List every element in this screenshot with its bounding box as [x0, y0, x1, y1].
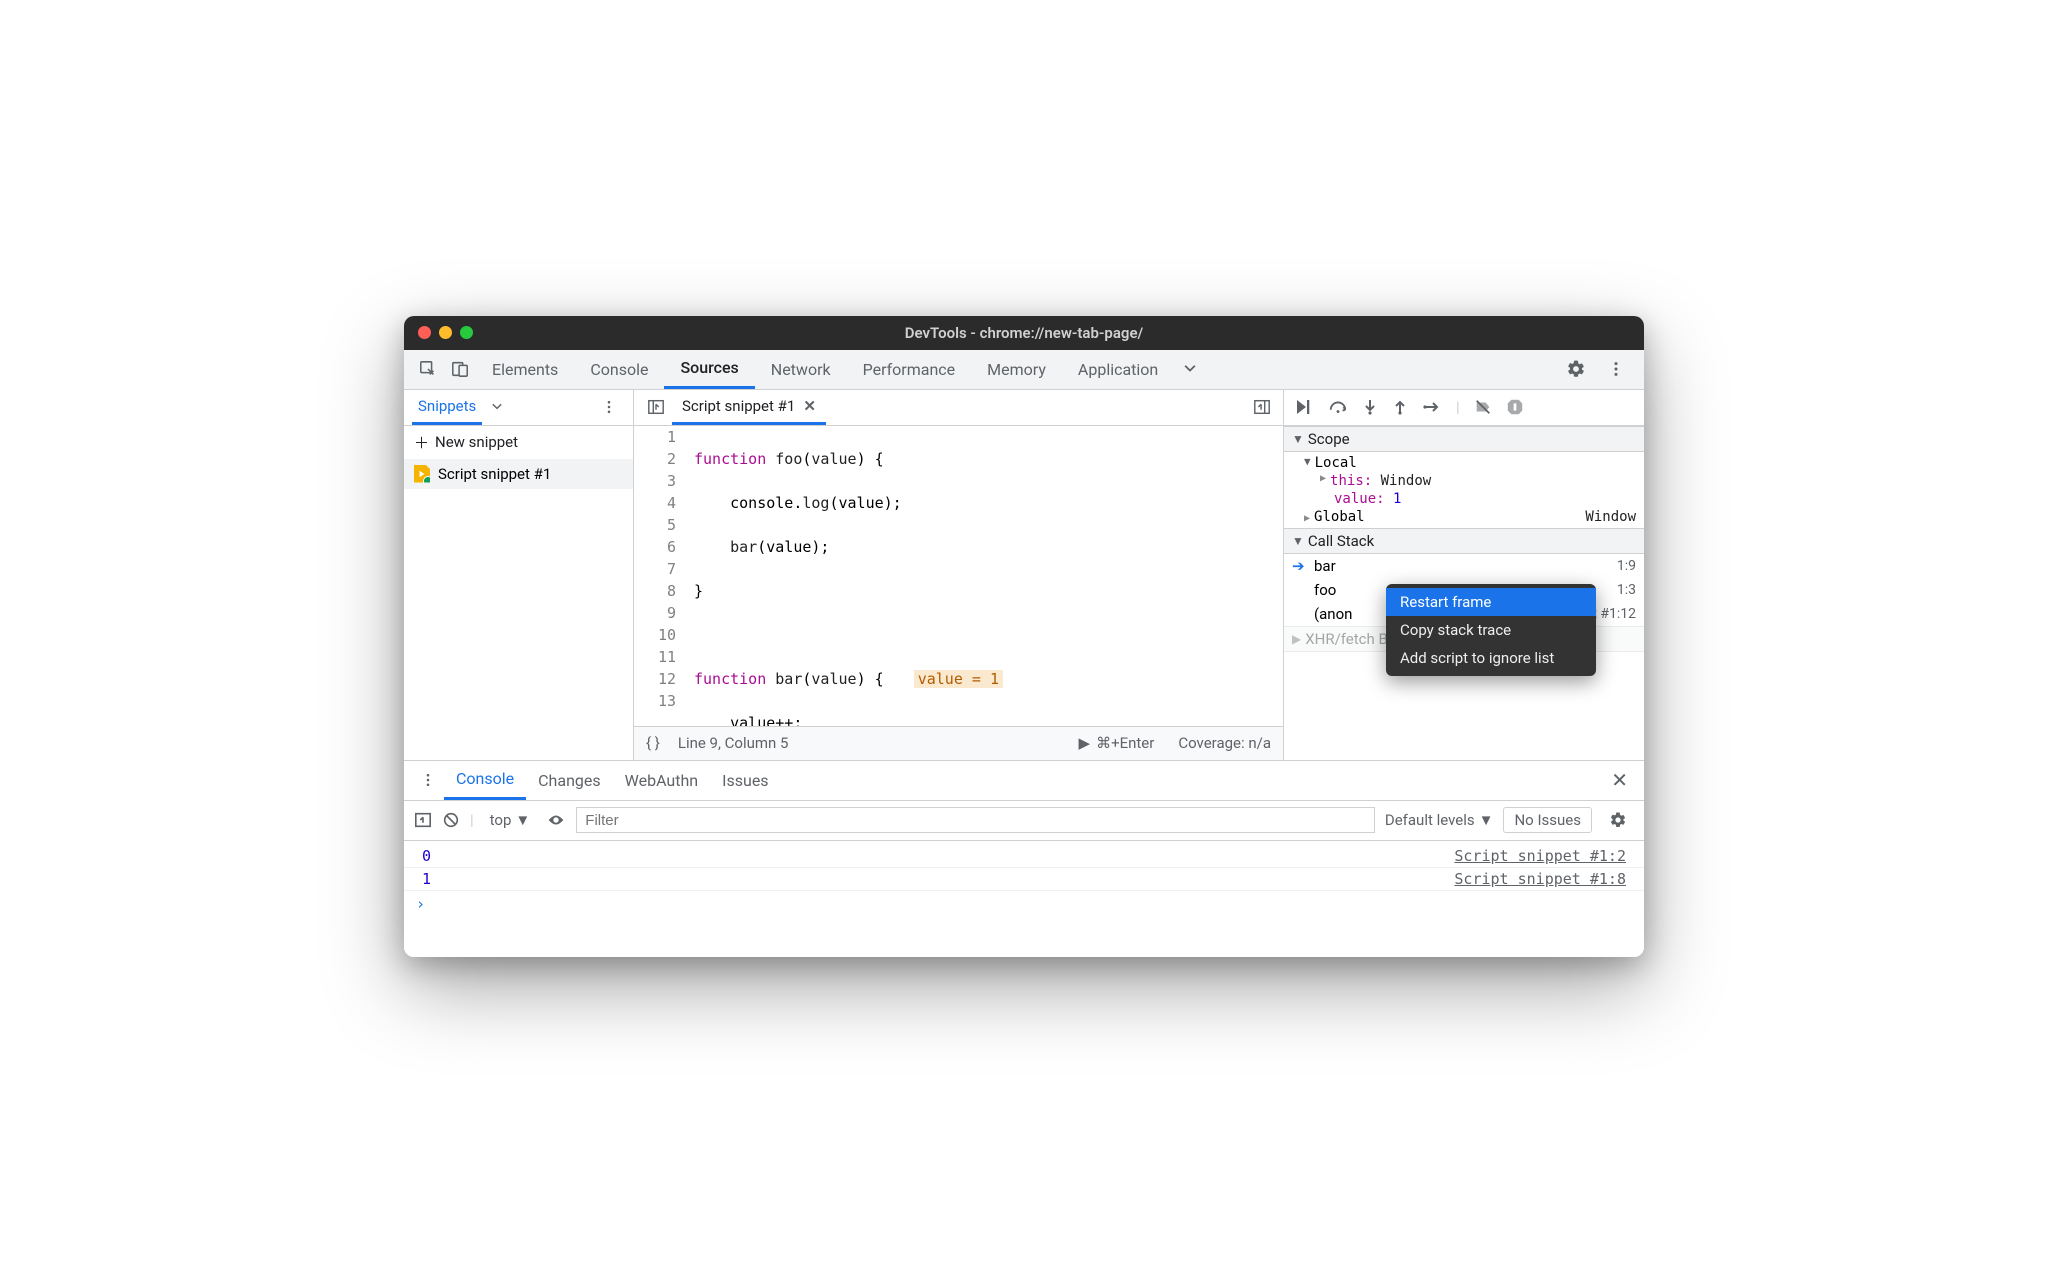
coverage-label: Coverage: n/a [1178, 734, 1271, 752]
inspect-element-icon[interactable] [412, 353, 444, 385]
close-window-button[interactable] [418, 326, 431, 339]
log-source-link[interactable]: Script snippet #1:8 [1454, 870, 1626, 888]
tab-memory[interactable]: Memory [971, 349, 1062, 389]
tab-elements[interactable]: Elements [476, 349, 574, 389]
scope-var-value[interactable]: value: 1 [1284, 490, 1644, 508]
debugger-pane: | Scope Local this: Window [1284, 390, 1644, 760]
drawer-tab-console[interactable]: Console [444, 760, 526, 800]
callstack-section-header[interactable]: Call Stack [1284, 528, 1644, 554]
top-tabbar: Elements Console Sources Network Perform… [404, 350, 1644, 390]
line-gutter: 1 2 3 4 5 6 7 8 9 10 11 12 13 [634, 426, 690, 726]
editor-statusbar: { } Line 9, Column 5 ▶ ⌘+Enter Coverage:… [634, 726, 1283, 760]
code-editor[interactable]: 1 2 3 4 5 6 7 8 9 10 11 12 13 function f… [634, 426, 1283, 726]
console-sidebar-toggle-icon[interactable] [414, 811, 432, 829]
file-tab[interactable]: Script snippet #1 ✕ [672, 389, 826, 425]
pause-on-exceptions-icon[interactable] [1506, 398, 1524, 416]
disclosure-triangle-icon [1292, 534, 1304, 548]
disclosure-triangle-icon [1292, 632, 1301, 646]
settings-icon[interactable] [1560, 353, 1592, 385]
console-settings-icon[interactable] [1602, 804, 1634, 836]
stack-frame-bar[interactable]: ➔ bar 1:9 [1284, 554, 1644, 578]
tab-network[interactable]: Network [755, 349, 847, 389]
scope-section-header[interactable]: Scope [1284, 426, 1644, 452]
close-file-tab-icon[interactable]: ✕ [803, 397, 816, 415]
devtools-window: DevTools - chrome://new-tab-page/ Elemen… [404, 316, 1644, 957]
sidebar-more-tabs-icon[interactable] [482, 400, 512, 414]
braces-icon[interactable]: { } [646, 734, 660, 752]
toggle-navigator-icon[interactable] [640, 391, 672, 423]
console-log-row[interactable]: 0 Script snippet #1:2 [404, 845, 1644, 868]
context-selector[interactable]: top ▼ [484, 809, 537, 831]
tab-sources[interactable]: Sources [664, 349, 754, 389]
drawer-tab-webauthn[interactable]: WebAuthn [613, 760, 710, 800]
tab-performance[interactable]: Performance [847, 349, 972, 389]
scope-var-this[interactable]: this: Window [1284, 472, 1644, 490]
plus-icon: ＋ [414, 432, 429, 453]
cursor-position: Line 9, Column 5 [678, 734, 789, 752]
maximize-window-button[interactable] [460, 326, 473, 339]
window-title: DevTools - chrome://new-tab-page/ [404, 324, 1644, 342]
disclosure-triangle-icon [1292, 432, 1304, 446]
log-levels-selector[interactable]: Default levels ▼ [1385, 811, 1494, 829]
context-ignore-list[interactable]: Add script to ignore list [1386, 644, 1596, 672]
context-copy-stack-trace[interactable]: Copy stack trace [1386, 616, 1596, 644]
drawer-tab-issues[interactable]: Issues [710, 760, 780, 800]
live-expression-icon[interactable] [546, 813, 566, 827]
more-tabs-icon[interactable] [1174, 353, 1206, 385]
step-over-icon[interactable] [1328, 398, 1348, 416]
log-source-link[interactable]: Script snippet #1:2 [1454, 847, 1626, 865]
new-snippet-button[interactable]: ＋ New snippet [404, 426, 633, 459]
snippet-file-icon [414, 465, 430, 483]
drawer: Console Changes WebAuthn Issues ✕ | top … [404, 760, 1644, 957]
deactivate-breakpoints-icon[interactable] [1474, 398, 1492, 416]
context-menu: Restart frame Copy stack trace Add scrip… [1386, 584, 1596, 676]
no-issues-button[interactable]: No Issues [1503, 807, 1592, 833]
console-log-row[interactable]: 1 Script snippet #1:8 [404, 868, 1644, 891]
minimize-window-button[interactable] [439, 326, 452, 339]
snippet-item-label: Script snippet #1 [438, 465, 551, 483]
drawer-tab-changes[interactable]: Changes [526, 760, 613, 800]
sources-sidebar: Snippets ＋ New snippet Script snippet #1 [404, 390, 634, 760]
context-restart-frame[interactable]: Restart frame [1386, 588, 1596, 616]
tab-console[interactable]: Console [574, 349, 664, 389]
console-output: 0 Script snippet #1:2 1 Script snippet #… [404, 841, 1644, 957]
new-snippet-label: New snippet [435, 433, 518, 451]
device-toolbar-icon[interactable] [444, 353, 476, 385]
filter-input[interactable] [576, 807, 1375, 833]
file-tab-label: Script snippet #1 [682, 397, 795, 415]
run-snippet-button[interactable]: ▶ [1079, 734, 1091, 752]
tab-application[interactable]: Application [1062, 349, 1174, 389]
clear-console-icon[interactable] [442, 811, 460, 829]
resume-button[interactable] [1294, 398, 1314, 416]
step-into-icon[interactable] [1362, 398, 1378, 416]
step-icon[interactable] [1422, 398, 1442, 416]
console-prompt[interactable]: › [404, 891, 1644, 917]
snippet-item[interactable]: Script snippet #1 [404, 459, 633, 489]
traffic-lights [404, 326, 487, 339]
scope-label: Scope [1308, 430, 1350, 448]
sidebar-tab-snippets[interactable]: Snippets [412, 389, 482, 425]
scope-local-row[interactable]: Local [1284, 454, 1644, 472]
scope-local-label: Local [1315, 455, 1357, 471]
close-drawer-icon[interactable]: ✕ [1603, 768, 1636, 792]
editor-pane: Script snippet #1 ✕ 1 2 3 4 5 6 7 8 9 [634, 390, 1284, 760]
titlebar: DevTools - chrome://new-tab-page/ [404, 316, 1644, 350]
step-out-icon[interactable] [1392, 398, 1408, 416]
current-frame-arrow-icon: ➔ [1292, 557, 1306, 575]
kebab-menu-icon[interactable] [1600, 353, 1632, 385]
scope-global-row[interactable]: Global Window [1284, 508, 1644, 526]
sidebar-kebab-icon[interactable] [593, 391, 625, 423]
callstack-label: Call Stack [1308, 532, 1374, 550]
run-shortcut: ⌘+Enter [1096, 734, 1154, 752]
toggle-debugger-icon[interactable] [1247, 398, 1277, 416]
drawer-kebab-icon[interactable] [412, 764, 444, 796]
inline-value-hint: value = 1 [914, 670, 1003, 688]
code-body[interactable]: function foo(value) { console.log(value)… [690, 426, 1283, 726]
